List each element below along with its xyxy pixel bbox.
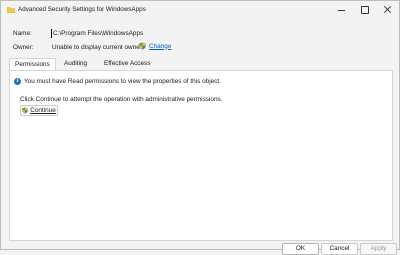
ok-button[interactable]: OK [282,243,319,255]
tab-auditing[interactable]: Auditing [59,58,92,70]
uac-shield-icon [22,107,28,114]
info-message: You must have Read permissions to view t… [24,78,221,85]
minimize-button[interactable] [331,1,353,19]
maximize-button[interactable] [354,1,376,19]
info-message-row: i You must have Read permissions to view… [14,78,221,85]
owner-label: Owner: [13,44,34,51]
tab-effective-access[interactable]: Effective Access [99,58,155,70]
title-bar[interactable]: Advanced Security Settings for WindowsAp… [1,1,399,21]
cancel-button[interactable]: Cancel [321,243,358,255]
continue-instruction: Click Continue to attempt the operation … [20,96,223,103]
apply-button[interactable]: Apply [360,243,397,255]
name-field[interactable]: C:\Program Files\WindowsApps [52,30,144,37]
close-button[interactable] [377,1,399,19]
folder-icon [7,7,15,13]
uac-shield-icon [139,42,146,50]
change-link-text: Change [149,42,172,50]
info-icon: i [14,78,21,85]
window-title: Advanced Security Settings for WindowsAp… [18,6,146,13]
continue-button[interactable]: Continue [20,105,58,116]
continue-button-label: Continue [30,107,56,114]
owner-value: Unable to display current owner. [52,44,144,51]
name-label: Name: [13,30,32,37]
change-owner-link[interactable]: Change [139,42,171,50]
permissions-panel: i You must have Read permissions to view… [9,70,393,241]
security-settings-window: Advanced Security Settings for WindowsAp… [0,0,400,255]
